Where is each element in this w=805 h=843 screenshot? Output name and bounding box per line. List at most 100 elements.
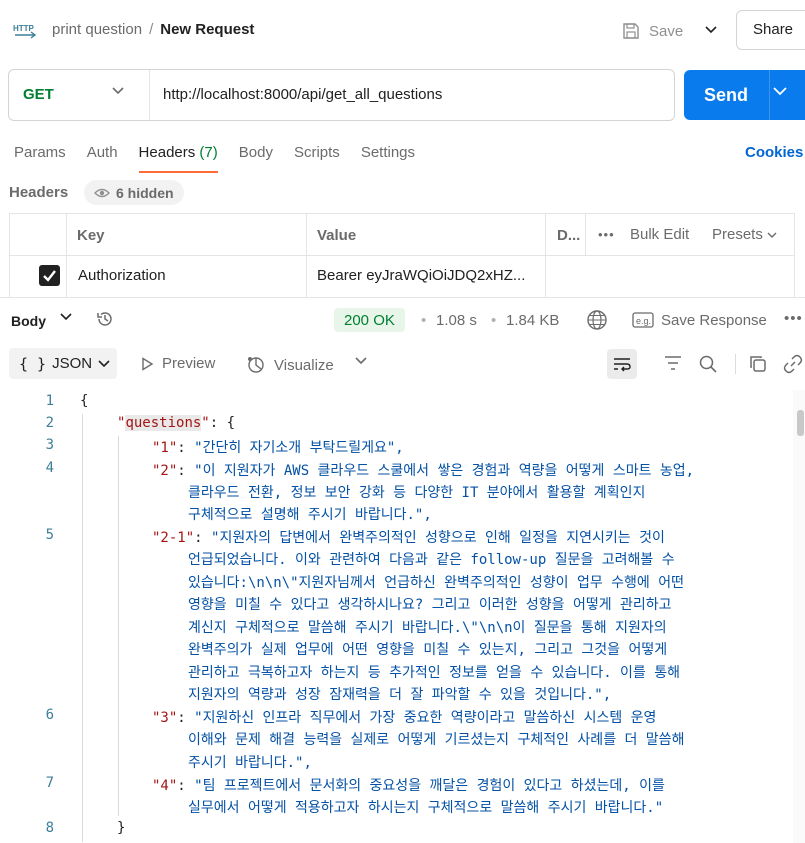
presets-dropdown[interactable]: Presets xyxy=(712,226,777,243)
copy-icon[interactable] xyxy=(748,354,768,374)
code-wrap-line: 언급되었습니다. 이와 관련하여 다음과 같은 follow-up 질문을 고려… xyxy=(188,552,675,568)
json-key: "3" xyxy=(152,710,178,726)
save-response-icon: e.g. xyxy=(632,312,654,328)
response-body-label[interactable]: Body xyxy=(11,313,46,329)
tab-scripts[interactable]: Scripts xyxy=(294,144,340,173)
table-divider xyxy=(306,214,307,298)
breadcrumb-collection[interactable]: print question xyxy=(52,21,142,38)
line-number: 3 xyxy=(45,437,54,453)
headers-table: Key Value D... ••• Bulk Edit Presets Aut… xyxy=(9,213,795,298)
tab-settings[interactable]: Settings xyxy=(361,144,415,173)
request-name[interactable]: New Request xyxy=(160,21,254,38)
http-icon: HTTP xyxy=(13,24,37,39)
meta-separator: • xyxy=(491,312,497,329)
save-response-button[interactable]: Save Response xyxy=(661,312,767,329)
search-icon[interactable] xyxy=(698,354,718,374)
colon: : xyxy=(177,778,195,794)
save-button[interactable]: Save xyxy=(622,18,683,44)
url-input[interactable]: http://localhost:8000/api/get_all_questi… xyxy=(163,86,442,103)
colon: : xyxy=(209,415,227,431)
code-wrap-line: 구체적으로 설명해 주시기 바랍니다.", xyxy=(188,507,432,523)
open-brace: { xyxy=(226,415,236,431)
code-line: "3": "지원하신 인프라 직무에서 가장 중요한 역량이라고 말씀하신 시스… xyxy=(152,707,656,727)
method-select[interactable]: GET xyxy=(23,86,54,103)
method-chevron-icon[interactable] xyxy=(112,87,124,95)
response-size[interactable]: 1.84 KB xyxy=(506,312,559,329)
code-line: "1": "간단히 자기소개 부탁드릴게요", xyxy=(152,437,404,457)
response-code-view[interactable]: 1 2 3 4 5 6 7 8 { "questions": { "1": "간… xyxy=(0,388,805,843)
code-scrollbar[interactable] xyxy=(793,390,805,843)
header-row-checkbox[interactable] xyxy=(39,265,60,286)
format-chevron-icon xyxy=(98,359,110,367)
breadcrumb-separator: / xyxy=(149,21,154,38)
line-number: 1 xyxy=(45,393,54,409)
send-options-chevron-icon[interactable] xyxy=(773,87,787,96)
code-scrollbar-thumb[interactable] xyxy=(797,410,804,436)
visualize-button[interactable]: Visualize xyxy=(246,355,334,375)
eye-icon xyxy=(94,188,110,197)
save-icon xyxy=(623,23,639,39)
json-string: "팀 프로젝트에서 문서화의 중요성을 깨달은 경험이 있다고 하셨는데, 이를 xyxy=(194,778,665,794)
code-wrap-line: 이해와 문제 해결 능력을 실제로 어떻게 기르셨는지 구체적인 사례를 더 말… xyxy=(188,732,685,748)
globe-icon[interactable] xyxy=(586,309,608,331)
send-button[interactable]: Send xyxy=(684,70,805,120)
tab-params[interactable]: Params xyxy=(14,144,66,173)
share-button[interactable]: Share xyxy=(736,10,805,50)
tab-auth[interactable]: Auth xyxy=(87,144,118,173)
table-header-divider xyxy=(10,255,794,256)
play-icon xyxy=(142,356,154,371)
preview-button[interactable]: Preview xyxy=(140,355,215,372)
column-header-key: Key xyxy=(77,227,105,244)
line-number: 4 xyxy=(45,460,54,476)
cookies-link[interactable]: Cookies xyxy=(745,144,803,161)
column-header-description: D... xyxy=(557,227,581,244)
status-badge[interactable]: 200 OK xyxy=(334,308,405,332)
headers-section-title: Headers xyxy=(9,184,69,201)
word-wrap-icon[interactable] xyxy=(607,349,637,379)
code-wrap-line: 실무에서 어떻게 적용하고자 하시는지 구체적으로 말씀해 주시기 바랍니다." xyxy=(188,800,664,816)
line-number: 2 xyxy=(45,415,54,431)
header-value-cell[interactable]: Bearer eyJraWQiOiJDQ2xHZ... xyxy=(317,267,525,284)
code-wrap-line: 계신지 구체적으로 말씀해 주시기 바랍니다.\"\n\n이 질문을 통해 지원… xyxy=(188,620,667,636)
toolbar-divider xyxy=(735,354,736,374)
code-line: { xyxy=(80,393,89,409)
json-key-questions: questions xyxy=(125,415,202,431)
code-wrap-line: 영향을 미칠 수 있다고 생각하시나요? 그리고 이러한 성향을 어떻게 관리하… xyxy=(188,597,672,613)
visualize-chevron-icon[interactable] xyxy=(355,357,367,365)
filter-icon[interactable] xyxy=(663,354,683,372)
bulk-edit-button[interactable]: Bulk Edit xyxy=(630,226,689,243)
json-string: "간단히 자기소개 부탁드릴게요", xyxy=(194,440,404,456)
hidden-headers-toggle[interactable]: 6 hidden xyxy=(84,180,184,205)
tab-headers-count: (7) xyxy=(199,144,218,161)
send-label: Send xyxy=(704,85,749,105)
code-wrap-line: 있습니다:\n\n\"지원자님께서 언급하신 완벽주의적인 성향이 업무 수행에… xyxy=(188,575,684,591)
tab-body[interactable]: Body xyxy=(239,144,273,173)
breadcrumb: print question / New Request xyxy=(52,21,254,38)
format-label: JSON xyxy=(52,355,93,372)
tab-headers[interactable]: Headers (7) xyxy=(138,144,218,173)
code-wrap-line: 관리하고 극복하고자 하는지 등 추가적인 정보를 얻을 수 있습니다. 이를 … xyxy=(188,665,680,681)
request-tabs: Params Auth Headers (7) Body Scripts Set… xyxy=(14,144,436,173)
save-label: Save xyxy=(649,22,684,40)
presets-label: Presets xyxy=(712,226,763,243)
header-key-cell[interactable]: Authorization xyxy=(78,267,166,284)
line-number: 5 xyxy=(45,527,54,543)
colon: : xyxy=(177,463,195,479)
history-icon[interactable] xyxy=(95,309,115,329)
response-more-icon[interactable]: ••• xyxy=(784,310,803,327)
json-key: "2-1" xyxy=(152,530,195,546)
format-select[interactable]: { } JSON xyxy=(9,348,117,379)
colon: : xyxy=(177,440,195,456)
save-options-chevron-icon[interactable] xyxy=(697,14,725,46)
more-options-icon[interactable]: ••• xyxy=(598,227,615,242)
body-chevron-icon[interactable] xyxy=(60,313,72,321)
response-time[interactable]: 1.08 s xyxy=(436,312,477,329)
json-key: "4" xyxy=(152,778,178,794)
line-number: 8 xyxy=(45,820,54,836)
json-key: "1" xyxy=(152,440,178,456)
link-icon[interactable] xyxy=(783,354,803,374)
code-line: "2-1": "지원자의 답변에서 완벽주의적인 성향으로 인해 일정을 지연시… xyxy=(152,527,665,547)
json-string: "지원자의 답변에서 완벽주의적인 성향으로 인해 일정을 지연시키는 것이 xyxy=(211,530,665,546)
braces-icon: { } xyxy=(19,354,47,373)
svg-text:e.g.: e.g. xyxy=(636,316,651,326)
